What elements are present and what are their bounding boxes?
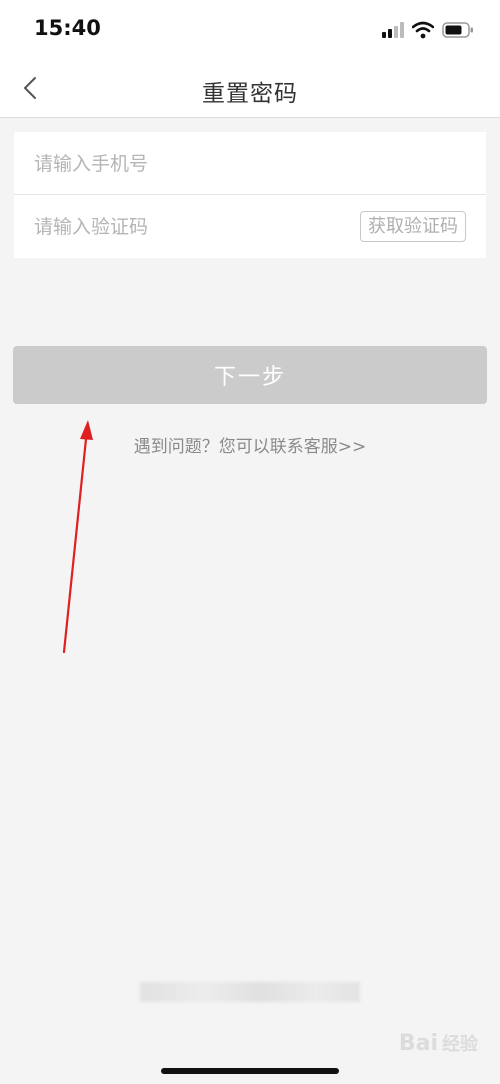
status-bar: 15:40 <box>0 0 500 58</box>
watermark-suffix: 经验 <box>442 1034 478 1055</box>
code-row: 获取验证码 <box>14 195 486 258</box>
status-time: 15:40 <box>34 16 101 40</box>
status-icons <box>382 19 474 41</box>
page-title: 重置密码 <box>202 81 298 107</box>
home-indicator <box>161 1068 339 1074</box>
signal-icon <box>382 22 404 38</box>
verification-code-input[interactable] <box>34 195 354 258</box>
baidu-watermark: Bai 经验 <box>399 1030 478 1056</box>
phone-row <box>14 132 486 195</box>
blurred-footer-text <box>140 982 360 1002</box>
nav-bar: 重置密码 <box>0 58 500 118</box>
watermark-brand: Bai <box>398 1031 438 1056</box>
battery-icon <box>442 22 473 38</box>
phone-input[interactable] <box>34 132 354 195</box>
annotation-arrow <box>62 420 93 654</box>
wifi-icon <box>412 21 434 39</box>
form-card: 获取验证码 <box>14 132 486 258</box>
get-code-button[interactable]: 获取验证码 <box>360 211 466 242</box>
reset-password-screen: 15:40 重置密码 请输入手机号 请输入验证码 获取验证码 下一步 遇到问题？… <box>0 0 500 1084</box>
next-step-button[interactable]: 下一步 <box>13 346 487 404</box>
